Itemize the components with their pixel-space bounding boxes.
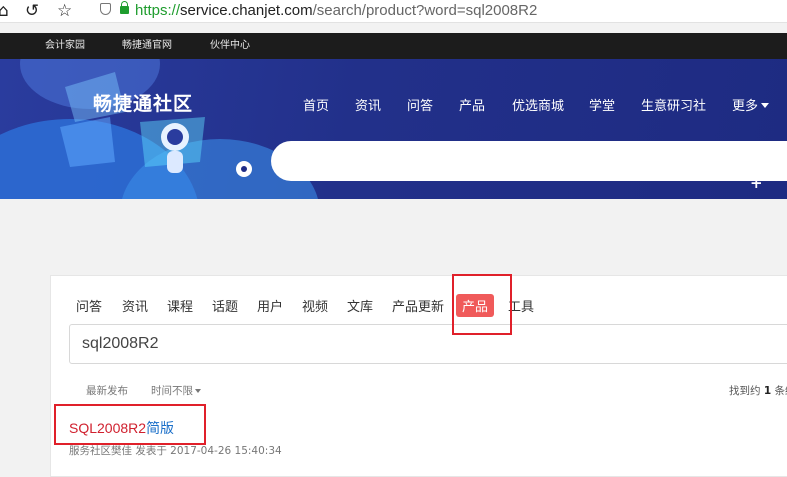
tab-users[interactable]: 用户 <box>257 296 283 315</box>
search-input[interactable] <box>69 324 787 364</box>
time-filter-label: 时间不限 <box>151 385 193 397</box>
nav-item-qa[interactable]: 问答 <box>407 95 433 114</box>
plus-icon: + <box>750 174 763 192</box>
annotation-box-result <box>54 404 206 445</box>
tab-courses[interactable]: 课程 <box>167 296 193 315</box>
nav-item-academy[interactable]: 学堂 <box>589 95 615 114</box>
forward-icon[interactable]: ⌂ <box>0 0 9 22</box>
site-header-banner: 畅捷通社区 首页 资讯 问答 产品 优选商城 学堂 生意研习社 更多 + <box>0 59 787 199</box>
result-meta: 服务社区樊佳 发表于 2017-04-26 15:40:34 <box>69 443 282 458</box>
nav-more-label: 更多 <box>732 99 758 114</box>
url-path: /search/product?word=sql2008R2 <box>313 2 538 19</box>
tab-library[interactable]: 文库 <box>347 296 373 315</box>
decorative-dot <box>236 161 252 177</box>
top-link-partner-center[interactable]: 伙伴中心 <box>210 33 250 59</box>
site-logo[interactable]: 畅捷通社区 <box>93 89 193 116</box>
browser-address-bar: ⌂ ↺ ☆ https://service.chanjet.com/search… <box>0 0 787 23</box>
time-filter-dropdown[interactable]: 时间不限 <box>151 383 201 398</box>
top-link-accounting-home[interactable]: 会计家园 <box>45 33 85 59</box>
url-scheme: https:// <box>135 2 180 19</box>
chevron-down-icon <box>195 389 201 393</box>
nav-item-products[interactable]: 产品 <box>459 95 485 114</box>
astronaut-illustration-icon <box>55 67 225 187</box>
tab-product-updates[interactable]: 产品更新 <box>392 296 444 315</box>
lock-icon <box>120 6 129 14</box>
nav-item-mall[interactable]: 优选商城 <box>512 95 564 114</box>
bookmark-star-icon[interactable]: ☆ <box>57 0 72 22</box>
top-links-bar: 会计家园 畅捷通官网 伙伴中心 <box>0 33 787 59</box>
url-host: service.chanjet.com <box>180 2 313 19</box>
top-link-official-site[interactable]: 畅捷通官网 <box>122 33 172 59</box>
sort-latest[interactable]: 最新发布 <box>86 383 128 398</box>
shield-icon[interactable] <box>100 3 111 15</box>
chevron-down-icon <box>761 103 769 108</box>
nav-item-business-club[interactable]: 生意研习社 <box>641 95 706 114</box>
result-count: 找到约 1 条结 <box>729 383 787 398</box>
nav-item-home[interactable]: 首页 <box>303 95 329 114</box>
tab-qa[interactable]: 问答 <box>76 296 102 315</box>
result-count-prefix: 找到约 <box>729 385 761 397</box>
header-search-input[interactable] <box>271 141 787 181</box>
result-count-suffix: 条结 <box>775 385 787 397</box>
annotation-box-products-tab <box>452 274 512 335</box>
tab-news[interactable]: 资讯 <box>122 296 148 315</box>
url-field[interactable]: https://service.chanjet.com/search/produ… <box>135 2 537 19</box>
reload-icon[interactable]: ↺ <box>25 0 39 22</box>
nav-item-more[interactable]: 更多 <box>732 95 769 114</box>
tab-videos[interactable]: 视频 <box>302 296 328 315</box>
result-count-number: 1 <box>764 385 771 397</box>
search-results-panel: 问答 资讯 课程 话题 用户 视频 文库 产品更新 产品 工具 最新发布 时间不… <box>50 275 787 477</box>
nav-item-news[interactable]: 资讯 <box>355 95 381 114</box>
tab-topics[interactable]: 话题 <box>212 296 238 315</box>
